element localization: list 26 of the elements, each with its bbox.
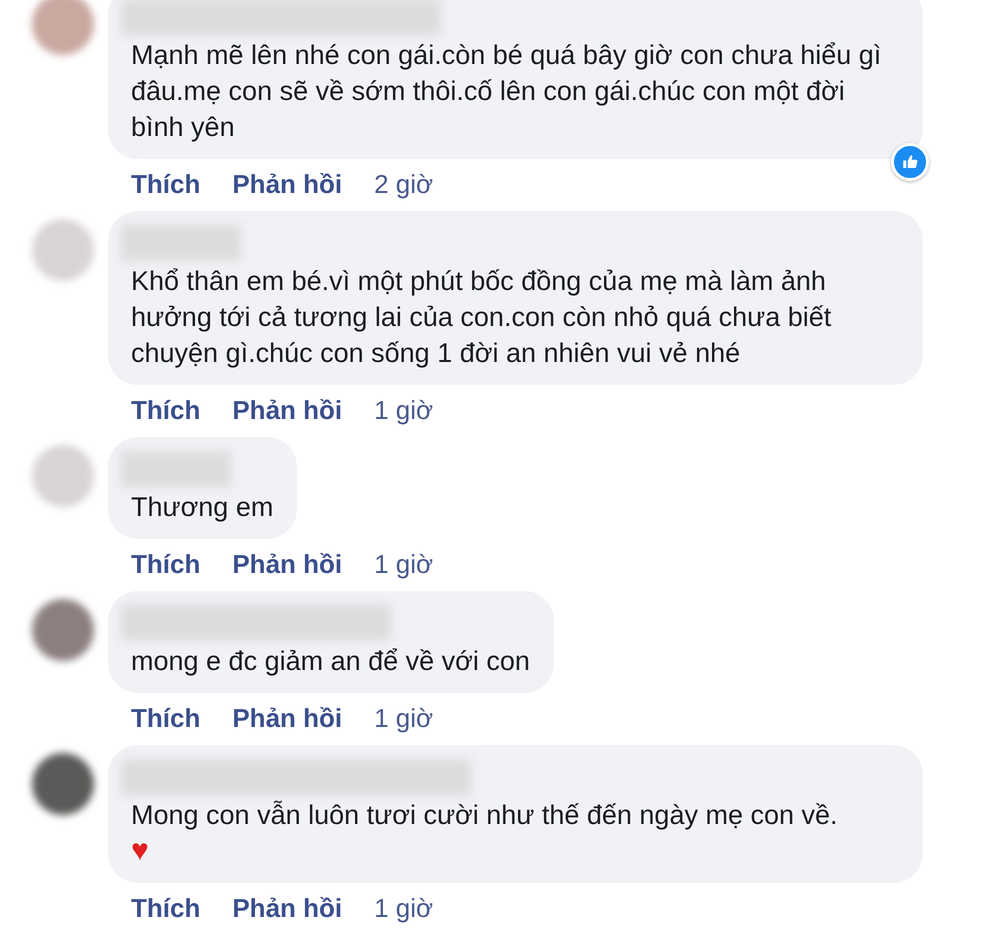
avatar	[32, 599, 94, 661]
comment-time[interactable]: 1 giờ	[374, 549, 434, 579]
action-link[interactable]: Thích	[131, 703, 200, 733]
avatar	[32, 0, 94, 55]
comment-text: Khổ thân em bé.vì một phút bốc đồng của mẹ mà làm ảnh hưởng tới cả tương lai của con.con còn nhỏ quá chưa biết chuyện gì.chúc con sống 1 đời an nhiên vui vẻ nhé	[131, 265, 832, 370]
action-link[interactable]: Phản hồi	[232, 169, 342, 199]
comment-time[interactable]: 2 giờ	[374, 169, 434, 199]
comment-time[interactable]: 1 giờ	[374, 395, 434, 425]
comment-time[interactable]: 1 giờ	[374, 703, 434, 733]
avatar	[32, 445, 94, 507]
action-link[interactable]: Thích	[131, 169, 200, 199]
heart-emoji: ♥	[131, 833, 149, 869]
action-link[interactable]: Phản hồi	[232, 893, 342, 923]
action-link[interactable]: Thích	[131, 395, 200, 425]
action-link[interactable]: Phản hồi	[232, 395, 342, 425]
action-link[interactable]: Thích	[131, 893, 200, 923]
avatar	[32, 219, 94, 281]
comment-text: mong e đc giảm an để về với con	[131, 645, 530, 678]
comment-text: Mạnh mẽ lên nhé con gái.còn bé quá bây giờ con chưa hiểu gì đâu.mẹ con sẽ về sớm thôi.cố lên con gái.chúc con một đời bình yên	[131, 39, 882, 144]
action-link[interactable]: Phản hồi	[232, 703, 342, 733]
avatar	[32, 753, 94, 815]
action-link[interactable]: Phản hồi	[232, 549, 342, 579]
action-link[interactable]: Thích	[131, 549, 200, 579]
comment-text: Thương em	[131, 491, 274, 524]
comment-text: Mong con vẫn luôn tươi cười như thế đến ngày mẹ con về.	[131, 799, 839, 832]
comment-time[interactable]: 1 giờ	[374, 893, 434, 923]
